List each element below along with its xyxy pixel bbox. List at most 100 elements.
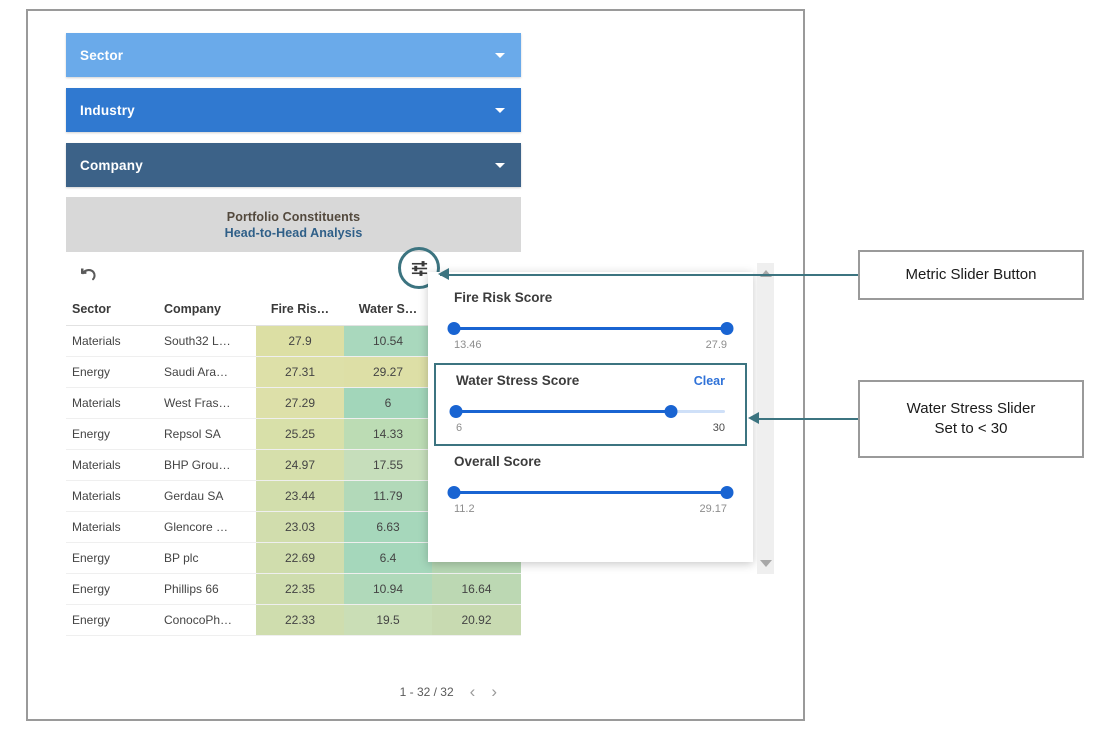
cell-water: 6 [344, 388, 432, 419]
slider-max-value: 27.9 [706, 339, 727, 351]
cell-overall: 20.92 [432, 605, 521, 636]
cell-sector: Materials [66, 481, 158, 512]
callout-metric-slider-button: Metric Slider Button [858, 250, 1084, 300]
cell-company: BP plc [158, 543, 256, 574]
cell-company: Glencore … [158, 512, 256, 543]
callout-arrow-water [748, 412, 759, 424]
cell-water: 17.55 [344, 450, 432, 481]
callout-water-stress-slider: Water Stress Slider Set to < 30 [858, 380, 1084, 458]
cell-water: 10.54 [344, 326, 432, 357]
cell-sector: Materials [66, 450, 158, 481]
cell-sector: Materials [66, 388, 158, 419]
metric-slider-panel: Fire Risk Score 13.46 27.9 Water Stress Sco… [428, 272, 753, 562]
filter-label-sector: Sector [80, 48, 495, 63]
column-header-fire-risk[interactable]: Fire Ris… [256, 295, 344, 326]
slider-value-labels: 13.46 27.9 [454, 339, 727, 351]
cell-overall: 16.64 [432, 574, 521, 605]
cell-fire: 22.33 [256, 605, 344, 636]
metric-slider-title: Water Stress Score [456, 373, 579, 388]
cell-company: South32 L… [158, 326, 256, 357]
cell-water: 6.63 [344, 512, 432, 543]
cell-fire: 23.44 [256, 481, 344, 512]
chevron-down-icon [495, 163, 505, 168]
callout-metric-text: Metric Slider Button [906, 265, 1037, 285]
chevron-down-icon [495, 108, 505, 113]
metric-slider-header: Water Stress Score Clear [456, 373, 725, 388]
slider-handle-min[interactable] [448, 486, 461, 499]
slider-value-labels: 630 [456, 422, 725, 434]
cell-water: 6.4 [344, 543, 432, 574]
panel-title-line2: Head-to-Head Analysis [225, 226, 363, 240]
callout-water-line1: Water Stress Slider [907, 400, 1036, 417]
slider-handle-min[interactable] [450, 405, 463, 418]
undo-icon[interactable] [74, 262, 102, 286]
cell-fire: 27.29 [256, 388, 344, 419]
column-header-water-stress[interactable]: Water S… [344, 295, 432, 326]
slider-track-active [454, 491, 727, 494]
filter-label-industry: Industry [80, 103, 495, 118]
metric-slider-group-0: Fire Risk Score 13.46 27.9 [428, 284, 753, 361]
slider-handle-max[interactable] [665, 405, 678, 418]
slider-max-value: 29.17 [699, 503, 727, 515]
cell-company: Gerdau SA [158, 481, 256, 512]
cell-water: 19.5 [344, 605, 432, 636]
cell-fire: 22.69 [256, 543, 344, 574]
column-header-company[interactable]: Company [158, 295, 256, 326]
slider-value-labels: 11.2 29.17 [454, 503, 727, 515]
cell-sector: Materials [66, 512, 158, 543]
callout-arrow-metric [438, 268, 449, 280]
metric-slider-title: Fire Risk Score [454, 290, 552, 305]
cell-sector: Energy [66, 605, 158, 636]
panel-title: Portfolio Constituents Head-to-Head Anal… [66, 197, 521, 252]
metric-slider-group-1: Water Stress Score Clear 630 [434, 363, 747, 446]
panel-title-line1: Portfolio Constituents [227, 210, 360, 224]
callout-water-text: Water Stress Slider Set to < 30 [907, 399, 1036, 440]
chevron-right-icon[interactable]: › [491, 683, 497, 700]
cell-company: West Fras… [158, 388, 256, 419]
cell-sector: Energy [66, 543, 158, 574]
cell-fire: 25.25 [256, 419, 344, 450]
column-header-sector[interactable]: Sector [66, 295, 158, 326]
cell-water: 11.79 [344, 481, 432, 512]
cell-fire: 22.35 [256, 574, 344, 605]
cell-water: 14.33 [344, 419, 432, 450]
pagination: 1 - 32 / 32 ‹ › [66, 683, 521, 700]
scroll-down-arrow-icon[interactable] [760, 560, 772, 567]
slider-min-value: 11.2 [454, 503, 475, 515]
metric-slider-title: Overall Score [454, 454, 541, 469]
slider-handle-max[interactable] [721, 486, 734, 499]
filter-dropdown-company[interactable]: Company [66, 143, 521, 187]
filter-dropdown-sector[interactable]: Sector [66, 33, 521, 77]
filter-label-company: Company [80, 158, 495, 173]
cell-company: ConocoPh… [158, 605, 256, 636]
slider-handle-max[interactable] [721, 322, 734, 335]
chevron-left-icon[interactable]: ‹ [470, 683, 476, 700]
range-slider[interactable] [456, 404, 725, 418]
table-row[interactable]: EnergyPhillips 6622.3510.9416.64 [66, 574, 521, 605]
cell-fire: 24.97 [256, 450, 344, 481]
metric-slider-group-2: Overall Score 11.2 29.17 [428, 448, 753, 525]
cell-water: 29.27 [344, 357, 432, 388]
slider-min-value: 13.46 [454, 339, 482, 351]
cell-fire: 23.03 [256, 512, 344, 543]
pagination-range: 1 - 32 / 32 [400, 685, 454, 699]
callout-water-line2: Set to < 30 [935, 420, 1008, 437]
cell-company: Repsol SA [158, 419, 256, 450]
slider-max-value: 30 [713, 422, 725, 434]
cell-sector: Energy [66, 419, 158, 450]
slider-handle-min[interactable] [448, 322, 461, 335]
clear-filter-button[interactable]: Clear [694, 374, 725, 388]
callout-connector-water [758, 418, 858, 420]
cell-company: BHP Grou… [158, 450, 256, 481]
cell-fire: 27.31 [256, 357, 344, 388]
metric-slider-header: Fire Risk Score [454, 290, 727, 305]
range-slider[interactable] [454, 485, 727, 499]
chevron-down-icon [495, 53, 505, 58]
metric-slider-header: Overall Score [454, 454, 727, 469]
filter-dropdown-industry[interactable]: Industry [66, 88, 521, 132]
cell-company: Saudi Ara… [158, 357, 256, 388]
range-slider[interactable] [454, 321, 727, 335]
table-row[interactable]: EnergyConocoPh…22.3319.520.92 [66, 605, 521, 636]
slider-track-active [456, 410, 671, 413]
cell-water: 10.94 [344, 574, 432, 605]
